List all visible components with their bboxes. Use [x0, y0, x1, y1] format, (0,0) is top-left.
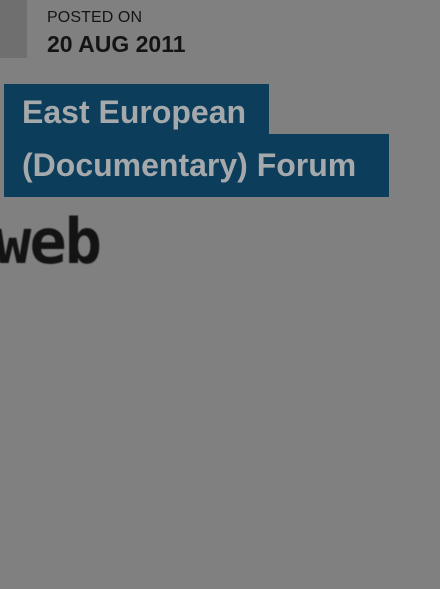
posted-date: 20 AUG 2011 — [47, 31, 186, 57]
post-thumbnail-image[interactable]: web — [0, 197, 440, 589]
posted-on-label: POSTED ON — [47, 9, 143, 26]
post-title-line-2[interactable]: (Documentary) Forum — [4, 134, 389, 197]
accent-bar — [0, 0, 27, 58]
thumbnail-text: web — [0, 205, 102, 278]
post-title-line-1[interactable]: East European — [4, 84, 269, 138]
